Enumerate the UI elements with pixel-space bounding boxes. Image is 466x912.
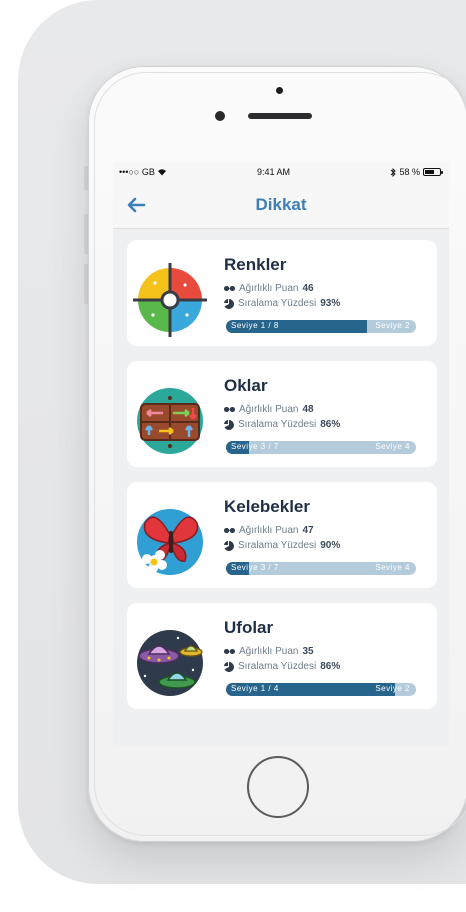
carrier-signal: •••○○ GB — [119, 167, 167, 177]
rank-percent-row: Sıralama Yüzdesi 86% — [224, 419, 340, 430]
weighted-score-label: Ağırlıklı Puan — [239, 404, 299, 415]
level-progress-bar: Seviye 1 / 8 Seviye 2 — [226, 320, 416, 333]
weighted-score-row: Ağırlıklı Puan 48 — [224, 404, 314, 415]
arrows-board-icon — [137, 388, 203, 454]
level-progress-bar: Seviye 3 / 7 Seviye 4 — [226, 562, 416, 575]
battery-icon — [423, 168, 443, 176]
status-right: 58 % — [390, 167, 443, 177]
app-screen: •••○○ GB 9:41 AM 58 % Dikkat Renkler Ağı… — [113, 162, 449, 746]
rank-percent-value: 86% — [320, 661, 341, 672]
pie-chart-icon — [224, 298, 234, 309]
game-card-oklar[interactable]: Oklar Ağırlıklı Puan 48 Sıralama Yüzdesi… — [127, 361, 437, 467]
level-next: Seviye 4 — [375, 563, 410, 572]
earpiece-speaker — [248, 113, 312, 119]
rank-percent-label: Sıralama Yüzdesi — [238, 540, 317, 551]
game-title: Oklar — [224, 376, 268, 395]
level-current: Seviye 3 / 7 — [231, 563, 279, 572]
level-next: Seviye 2 — [375, 684, 410, 693]
proximity-sensor — [276, 87, 283, 94]
navigation-bar: Dikkat — [113, 182, 449, 229]
game-title: Renkler — [224, 255, 287, 274]
rank-percent-row: Sıralama Yüzdesi 90% — [224, 540, 340, 551]
weighted-score-value: 47 — [302, 525, 314, 536]
game-card-renkler[interactable]: Renkler Ağırlıklı Puan 46 Sıralama Yüzde… — [127, 240, 437, 346]
weighted-score-label: Ağırlıklı Puan — [239, 525, 299, 536]
infinity-icon — [224, 407, 235, 412]
level-progress-bar: Seviye 1 / 4 Seviye 2 — [226, 683, 416, 696]
weighted-score-value: 46 — [302, 283, 314, 294]
infinity-icon — [224, 649, 235, 654]
weighted-score-label: Ağırlıklı Puan — [239, 646, 299, 657]
game-card-kelebekler[interactable]: Kelebekler Ağırlıklı Puan 47 Sıralama Yü… — [127, 482, 437, 588]
butterfly-icon — [137, 509, 203, 575]
game-title: Ufolar — [224, 618, 274, 637]
pie-chart-icon — [224, 540, 234, 551]
weighted-score-value: 48 — [302, 404, 314, 415]
pie-chart-icon — [224, 661, 234, 672]
level-current: Seviye 3 / 7 — [231, 442, 279, 451]
weighted-score-row: Ağırlıklı Puan 35 — [224, 646, 314, 657]
rank-percent-value: 90% — [320, 540, 341, 551]
pie-chart-icon — [224, 419, 234, 430]
level-current: Seviye 1 / 8 — [231, 321, 279, 330]
weighted-score-label: Ağırlıklı Puan — [239, 283, 299, 294]
weighted-score-row: Ağırlıklı Puan 47 — [224, 525, 314, 536]
rank-percent-value: 93% — [320, 298, 341, 309]
infinity-icon — [224, 528, 235, 533]
status-time: 9:41 AM — [257, 167, 291, 177]
carrier-label: •••○○ GB — [119, 167, 155, 177]
front-camera — [215, 111, 225, 121]
level-progress-bar: Seviye 3 / 7 Seviye 4 — [226, 441, 416, 454]
wifi-icon — [158, 169, 167, 176]
level-current: Seviye 1 / 4 — [231, 684, 279, 693]
level-next: Seviye 4 — [375, 442, 410, 451]
game-card-ufolar[interactable]: Ufolar Ağırlıklı Puan 35 Sıralama Yüzdes… — [127, 603, 437, 709]
level-next: Seviye 2 — [375, 321, 410, 330]
infinity-icon — [224, 286, 235, 291]
rank-percent-label: Sıralama Yüzdesi — [238, 419, 317, 430]
rank-percent-value: 86% — [320, 419, 341, 430]
status-bar: •••○○ GB 9:41 AM 58 % — [113, 162, 449, 182]
rank-percent-label: Sıralama Yüzdesi — [238, 298, 317, 309]
color-wheel-icon — [133, 263, 207, 337]
rank-percent-row: Sıralama Yüzdesi 93% — [224, 298, 340, 309]
weighted-score-value: 35 — [302, 646, 314, 657]
battery-percent: 58 % — [399, 167, 420, 177]
game-title: Kelebekler — [224, 497, 310, 516]
weighted-score-row: Ağırlıklı Puan 46 — [224, 283, 314, 294]
rank-percent-row: Sıralama Yüzdesi 86% — [224, 661, 340, 672]
bluetooth-icon — [391, 167, 397, 177]
ufo-icon — [137, 630, 203, 696]
page-title: Dikkat — [255, 195, 307, 214]
home-button[interactable] — [247, 756, 309, 818]
rank-percent-label: Sıralama Yüzdesi — [238, 661, 317, 672]
